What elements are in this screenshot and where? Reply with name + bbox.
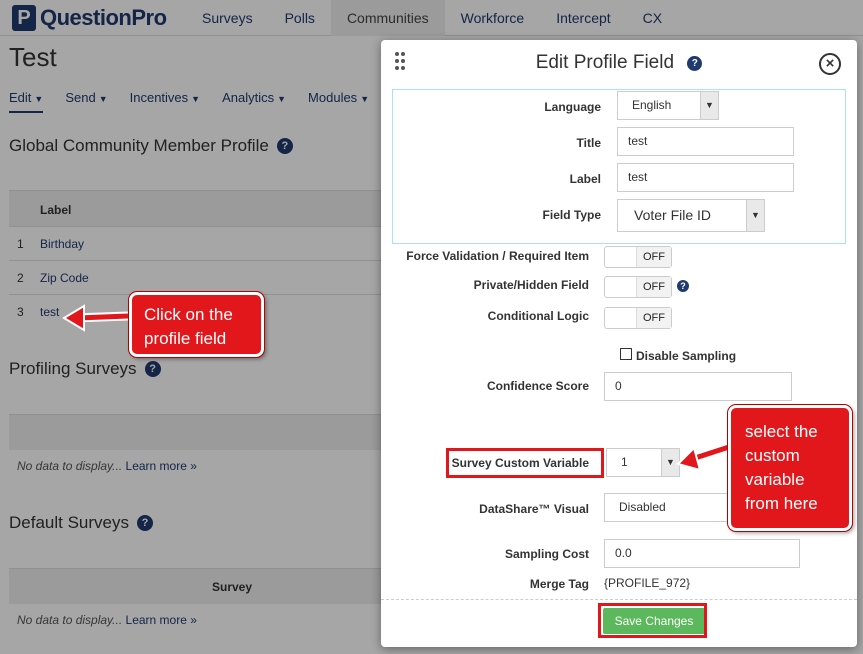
arrow-right-head [676,446,702,472]
callout-select-custom-variable: select the custom variable from here [727,404,853,532]
arrow-left-shaft [77,313,129,321]
arrow-left-head [62,304,85,332]
callout-click-profile-field: Click on the profile field [128,291,265,358]
